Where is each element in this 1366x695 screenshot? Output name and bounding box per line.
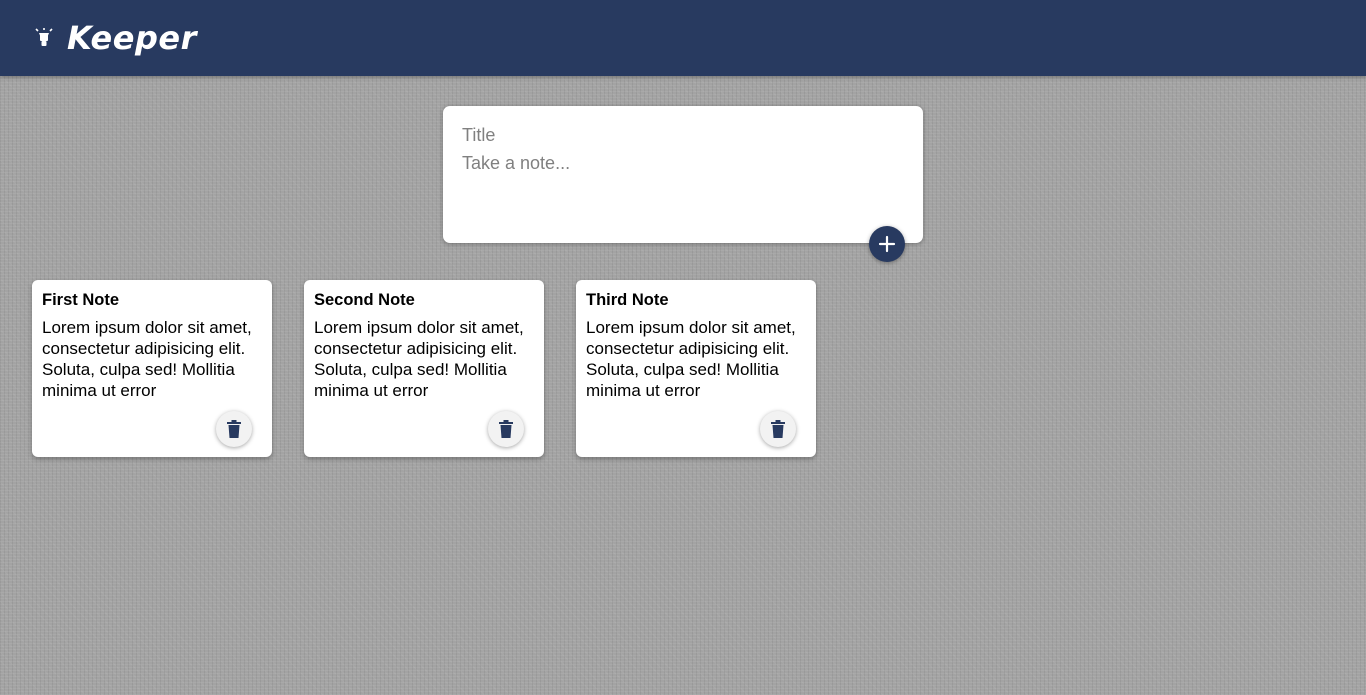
note-card: Second Note Lorem ipsum dolor sit amet, … — [304, 280, 544, 457]
add-note-button[interactable] — [869, 226, 905, 262]
note-title: Second Note — [314, 291, 415, 309]
delete-note-button[interactable] — [488, 411, 524, 447]
note-card: Third Note Lorem ipsum dolor sit amet, c… — [576, 280, 816, 457]
note-title: Third Note — [586, 291, 669, 309]
trash-icon — [499, 420, 513, 438]
lightbulb-icon — [35, 28, 53, 46]
note-content: Lorem ipsum dolor sit amet, consectetur … — [42, 318, 252, 400]
trash-icon — [227, 420, 241, 438]
delete-note-button[interactable] — [216, 411, 252, 447]
note-title-input[interactable] — [462, 123, 902, 147]
create-note-form — [443, 106, 923, 243]
plus-icon — [878, 235, 896, 253]
delete-note-button[interactable] — [760, 411, 796, 447]
note-content-input[interactable] — [462, 153, 902, 223]
app-title: Keeper — [67, 19, 197, 57]
app-header: Keeper — [0, 0, 1366, 76]
note-content: Lorem ipsum dolor sit amet, consectetur … — [586, 318, 796, 400]
note-content: Lorem ipsum dolor sit amet, consectetur … — [314, 318, 524, 400]
note-card: First Note Lorem ipsum dolor sit amet, c… — [32, 280, 272, 457]
trash-icon — [771, 420, 785, 438]
note-title: First Note — [42, 291, 120, 309]
